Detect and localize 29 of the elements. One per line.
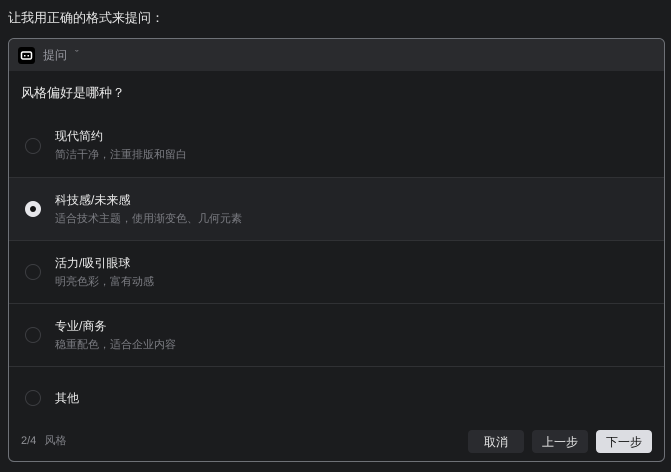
- option-row[interactable]: 其他: [9, 366, 664, 429]
- question-text: 风格偏好是哪种？: [20, 84, 126, 102]
- option-description: 简洁干净，注重排版和留白: [55, 148, 187, 163]
- secondary-button[interactable]: 取消: [468, 430, 524, 453]
- option-description: 稳重配色，适合企业内容: [55, 338, 176, 352]
- step-name: 风格: [44, 434, 66, 450]
- option-label: 其他: [55, 390, 79, 406]
- option-label: 科技感/未来感: [55, 192, 132, 208]
- header-title: 提问: [43, 47, 67, 64]
- chat-icon: [18, 46, 35, 64]
- radio-button[interactable]: [25, 138, 41, 154]
- option-label: 专业/商务: [55, 318, 108, 334]
- radio-button[interactable]: [25, 201, 41, 217]
- option-row[interactable]: 现代简约 简洁干净，注重排版和留白: [9, 114, 664, 177]
- option-description: 适合技术主题，使用渐变色、几何元素: [55, 212, 242, 226]
- collapse-toggle[interactable]: ˇ: [75, 50, 79, 60]
- secondary-button[interactable]: 上一步: [532, 430, 588, 453]
- option-description: 明亮色彩，富有动感: [55, 274, 154, 290]
- option-label: 活力/吸引眼球: [55, 254, 132, 270]
- radio-button[interactable]: [25, 264, 41, 280]
- radio-button[interactable]: [25, 327, 41, 343]
- option-row[interactable]: 专业/商务 稳重配色，适合企业内容: [9, 303, 664, 366]
- option-row[interactable]: 活力/吸引眼球 明亮色彩，富有动感: [9, 240, 664, 303]
- option-row[interactable]: 科技感/未来感 适合技术主题，使用渐变色、几何元素: [9, 177, 664, 240]
- intro-text: 让我用正确的格式来提问：: [7, 9, 165, 27]
- option-label: 现代简约: [55, 128, 104, 144]
- next-button[interactable]: 下一步: [596, 430, 652, 453]
- step-counter: 2/4: [21, 434, 36, 450]
- radio-button[interactable]: [25, 390, 41, 406]
